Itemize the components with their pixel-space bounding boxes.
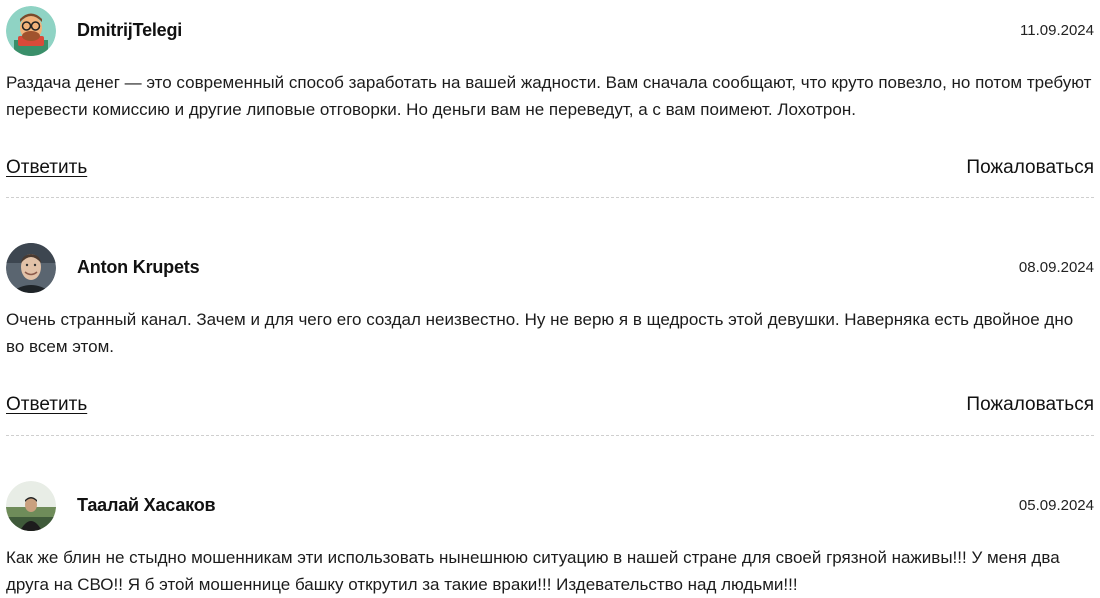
author-name[interactable]: DmitrijTelegi [77,20,182,41]
comment-date: 05.09.2024 [1018,497,1094,514]
divider [6,197,1094,198]
comment-actions: Ответить Пожаловаться [6,394,1094,420]
comment-date: 11.09.2024 [1020,22,1094,39]
divider [6,435,1094,436]
author-name[interactable]: Таалай Хасаков [77,495,216,516]
report-link[interactable]: Пожаловаться [966,157,1094,179]
reply-link[interactable]: Ответить [6,394,87,416]
comment-header: Anton Krupets 08.09.2024 [6,243,1094,293]
comment-header: DmitrijTelegi 11.09.2024 [6,6,1094,56]
report-link[interactable]: Пожаловаться [966,394,1094,416]
comment-text: Как же блин не стыдно мошенникам эти исп… [6,548,1060,594]
reply-link[interactable]: Ответить [6,157,87,179]
user-photo-icon [6,481,56,531]
user-photo-icon [6,243,56,293]
comment-text: Раздача денег — это современный способ з… [6,73,1092,119]
comment-item: Таалай Хасаков 05.09.2024 Как же блин не… [6,481,1094,598]
avatar[interactable] [6,243,56,293]
comment-item: DmitrijTelegi 11.09.2024 Раздача денег —… [6,6,1094,183]
comment-text: Очень странный канал. Зачем и для чего е… [6,310,1074,356]
comment-date: 08.09.2024 [1018,259,1094,276]
cartoon-avatar-icon [6,6,56,56]
comment-header: Таалай Хасаков 05.09.2024 [6,481,1094,531]
comment-actions: Ответить Пожаловаться [6,157,1094,183]
avatar[interactable] [6,481,56,531]
comment-item: Anton Krupets 08.09.2024 Очень странный … [6,243,1094,420]
author-name[interactable]: Anton Krupets [77,257,200,278]
avatar[interactable] [6,6,56,56]
